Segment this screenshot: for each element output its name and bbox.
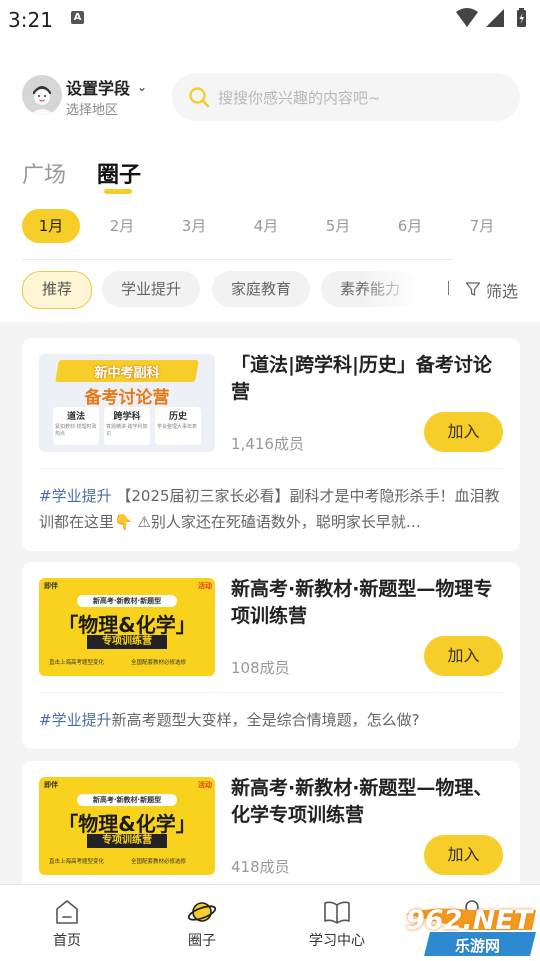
status-bar: 3:21 A (0, 0, 540, 38)
month-tab-2[interactable]: 2月 (93, 209, 151, 243)
card-divider (39, 468, 503, 469)
nav-circle-label: 圈子 (188, 933, 216, 949)
card-desc-text: 新高考题型大变样，全是综合情境题，怎么做? (111, 711, 420, 729)
notification-a-icon: A (71, 11, 84, 24)
divider (22, 259, 452, 260)
join-button[interactable]: 加入 (424, 412, 503, 452)
avatar[interactable] (22, 75, 62, 115)
month-tab-6[interactable]: 6月 (381, 209, 439, 243)
thumb-note-2: 真题精讲·跨学科知识 (106, 424, 148, 437)
nav-learning-label: 学习中心 (309, 933, 365, 949)
chip-family[interactable]: 家庭教育 (212, 271, 310, 307)
grade-selector[interactable]: 设置学段 (66, 75, 130, 99)
thumb-corner: 活动 (198, 781, 212, 789)
circle-thumbnail: 新中考副科 备考讨论营 道法 跨学科 历史 紧扣教材·梳理时政热点 真题精讲·跨… (39, 354, 215, 452)
thumb-sub: 专项训练营 (87, 635, 167, 649)
month-tab-3[interactable]: 3月 (165, 209, 223, 243)
month-tab-5[interactable]: 5月 (309, 209, 367, 243)
card-title: 新高考·新教材·新题型—物理、化学专项训练营 (231, 777, 493, 826)
month-tab-7[interactable]: 7月 (453, 209, 511, 243)
card-description: #学业提升新高考题型大变样，全是综合情境题，怎么做? (39, 707, 503, 733)
thumb-headline: 「物理&化学」 (58, 613, 196, 637)
thumb-corner: 活动 (198, 582, 212, 590)
nav-home[interactable]: 首页 (22, 897, 112, 950)
circle-thumbnail: 即伴 活动 新高考·新教材·新题型 「物理&化学」 专项训练营 直击上海高考题型… (39, 777, 215, 875)
thumb-note-1: 直击上海高考题型变化 (49, 859, 105, 865)
region-selector[interactable]: 选择地区 (66, 99, 118, 118)
thumb-note-2: 全国配套教材必修选修 (131, 660, 187, 666)
filter-button[interactable]: 筛选 (486, 278, 518, 302)
thumb-note-1: 紧扣教材·梳理时政热点 (55, 424, 97, 437)
thumb-headline: 备考讨论营 (84, 388, 170, 408)
circle-thumbnail: 即伴 活动 新高考·新教材·新题型 「物理&化学」 专项训练营 直击上海高考题型… (39, 578, 215, 676)
active-tab-indicator (104, 189, 132, 194)
circle-card[interactable]: 即伴 活动 新高考·新教材·新题型 「物理&化学」 专项训练营 直击上海高考题型… (22, 562, 520, 749)
watermark-number: 962.NET (406, 905, 533, 936)
circle-card[interactable]: 即伴 活动 新高考·新教材·新题型 「物理&化学」 专项训练营 直击上海高考题型… (22, 761, 520, 901)
topic-tag[interactable]: #学业提升 (39, 711, 112, 729)
search-bar[interactable]: 搜搜你感兴趣的内容吧~ (172, 73, 520, 121)
thumb-sub: 专项训练营 (87, 834, 167, 848)
tab-circle[interactable]: 圈子 (97, 157, 141, 189)
thumb-banner: 新中考副科 (94, 366, 160, 381)
card-title: 新高考·新教材·新题型—物理专项训练营 (231, 578, 493, 627)
tab-plaza[interactable]: 广场 (22, 157, 66, 189)
month-tab-4[interactable]: 4月 (237, 209, 295, 243)
status-time: 3:21 (8, 8, 53, 32)
signal-icon (486, 9, 504, 27)
search-placeholder: 搜搜你感兴趣的内容吧~ (218, 89, 381, 107)
book-icon (324, 901, 350, 924)
circle-card[interactable]: 新中考副科 备考讨论营 道法 跨学科 历史 紧扣教材·梳理时政热点 真题精讲·跨… (22, 338, 520, 551)
chip-fade (360, 268, 440, 312)
chip-academic[interactable]: 学业提升 (102, 271, 200, 307)
thumb-col-2: 跨学科 (113, 412, 141, 422)
nav-learning[interactable]: 学习中心 (292, 897, 382, 950)
wifi-icon (456, 8, 478, 27)
topic-tag[interactable]: #学业提升 (39, 487, 112, 505)
card-divider (39, 692, 503, 693)
thumb-note-3: 学会整理大事年表 (157, 424, 198, 430)
member-count: 1,416成员 (231, 435, 304, 453)
thumb-headline: 「物理&化学」 (58, 812, 196, 836)
chip-recommended[interactable]: 推荐 (22, 271, 92, 309)
member-count: 418成员 (231, 858, 290, 876)
card-title: 「道法|跨学科|历史」备考讨论营 (231, 354, 492, 403)
thumb-col-3: 历史 (168, 412, 187, 422)
thumb-note-2: 全国配套教材必修选修 (131, 859, 187, 865)
filter-icon[interactable] (465, 281, 481, 297)
chevron-down-icon[interactable]: ⌄ (137, 80, 147, 94)
thumb-col-1: 道法 (66, 412, 85, 422)
join-button[interactable]: 加入 (424, 835, 503, 875)
status-icons (456, 8, 526, 27)
month-tab-1[interactable]: 1月 (22, 209, 80, 243)
join-button[interactable]: 加入 (424, 636, 503, 676)
planet-icon (187, 902, 217, 922)
thumb-note-1: 直击上海高考题型变化 (49, 660, 105, 666)
watermark-text: 乐游网 (455, 937, 501, 955)
thumb-ribbon: 新高考·新教材·新题型 (77, 595, 177, 607)
search-icon (189, 87, 210, 108)
thumb-brand: 即伴 (44, 781, 58, 789)
avatar-face-icon (22, 75, 62, 115)
filter-divider (448, 281, 449, 295)
member-count: 108成员 (231, 659, 290, 677)
nav-home-label: 首页 (53, 933, 81, 949)
home-icon (56, 900, 78, 924)
nav-circle[interactable]: 圈子 (157, 897, 247, 950)
card-description: #学业提升 【2025届初三家长必看】副科才是中考隐形杀手！血泪教训都在这里👇 … (39, 483, 503, 535)
thumb-brand: 即伴 (44, 582, 58, 590)
thumb-ribbon: 新高考·新教材·新题型 (77, 794, 177, 806)
